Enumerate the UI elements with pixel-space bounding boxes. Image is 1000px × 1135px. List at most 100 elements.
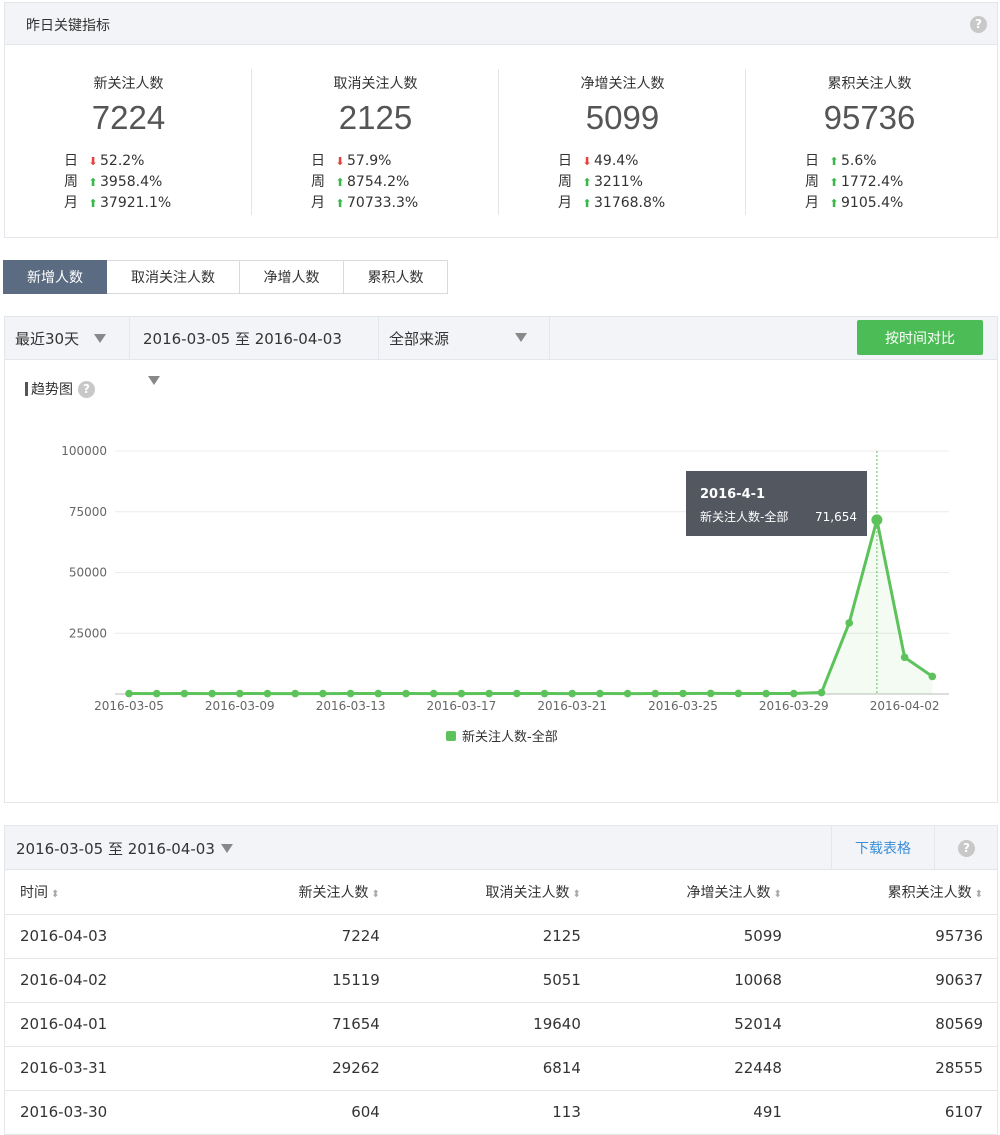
change-percent: 57.9% bbox=[347, 153, 392, 169]
data-point[interactable] bbox=[180, 689, 189, 698]
sort-icon[interactable]: ⬍ bbox=[573, 889, 581, 900]
data-point[interactable] bbox=[568, 689, 576, 698]
compare-by-time-button[interactable]: 按时间对比 bbox=[857, 320, 983, 355]
data-point[interactable] bbox=[208, 689, 216, 698]
kpi-column: 新关注人数 7224 日 ⬇ 52.2% 周 ⬆ 3958.4% 月 ⬆ 37921.1% bbox=[5, 45, 252, 237]
trend-line-chart: 25000 50000 75000 100000 2016-03-05 2016-03-0… bbox=[61, 444, 949, 745]
arrow-up-icon: ⬆ bbox=[335, 197, 345, 210]
column-header[interactable]: 取消关注人数 ⬍ bbox=[393, 870, 595, 915]
series-line bbox=[128, 518, 934, 696]
tooltip-series: 新关注人数-全部 bbox=[700, 509, 788, 524]
data-point[interactable] bbox=[457, 689, 466, 698]
tooltip-title: 2016-4-1 bbox=[700, 487, 765, 502]
data-point[interactable] bbox=[263, 689, 272, 698]
x-tick-label: 2016-03-09 bbox=[205, 699, 275, 713]
data-point[interactable] bbox=[679, 689, 687, 698]
legend-label[interactable]: 新关注人数-全部 bbox=[462, 729, 558, 745]
y-tick-label: 25000 bbox=[69, 626, 107, 640]
data-point[interactable] bbox=[790, 689, 798, 698]
data-point[interactable] bbox=[236, 689, 244, 698]
source-select[interactable]: 全部来源 bbox=[379, 317, 550, 359]
data-point[interactable] bbox=[817, 688, 826, 697]
column-header[interactable]: 新关注人数 ⬍ bbox=[218, 870, 394, 915]
data-point[interactable] bbox=[374, 689, 383, 698]
trend-card: 最近30天 2016-03-05 至 2016-04-03 全部来源 按时间对比… bbox=[4, 316, 998, 803]
arrow-up-icon: ⬆ bbox=[829, 176, 839, 189]
data-point[interactable] bbox=[513, 689, 521, 698]
table-date-range[interactable]: 2016-03-05 至 2016-04-03 bbox=[16, 838, 233, 859]
column-header-label: 时间 bbox=[20, 884, 48, 901]
table-row: 2016-03-31 29262 6814 22448 28555 bbox=[5, 1046, 997, 1091]
help-icon[interactable]: ? bbox=[958, 840, 975, 857]
data-point[interactable] bbox=[291, 689, 300, 698]
legend-swatch[interactable] bbox=[446, 731, 456, 741]
metric-tabs: 新增人数 取消关注人数 净增人数 累积人数 bbox=[3, 260, 448, 294]
period-label: 日 bbox=[311, 153, 325, 169]
y-tick-label: 50000 bbox=[69, 566, 107, 580]
data-point[interactable] bbox=[540, 689, 549, 698]
period-label: 周 bbox=[558, 174, 572, 190]
data-point[interactable] bbox=[734, 689, 743, 698]
help-icon[interactable]: ? bbox=[970, 16, 987, 33]
tab-metric[interactable]: 累积人数 bbox=[344, 260, 448, 294]
kpi-change-row: 月 ⬆ 37921.1% bbox=[64, 192, 171, 212]
table-cell: 29262 bbox=[218, 1046, 394, 1091]
column-header-label: 累积关注人数 bbox=[887, 884, 972, 901]
table-cell: 7224 bbox=[218, 914, 394, 959]
kpi-change-row: 周 ⬆ 8754.2% bbox=[311, 171, 409, 191]
sort-icon[interactable]: ⬍ bbox=[51, 889, 59, 900]
data-point[interactable] bbox=[845, 619, 853, 627]
sort-icon[interactable]: ⬍ bbox=[774, 889, 782, 900]
change-percent: 49.4% bbox=[594, 153, 639, 169]
column-header[interactable]: 累积关注人数 ⬍ bbox=[795, 870, 997, 915]
change-percent: 3211% bbox=[594, 174, 643, 190]
x-tick-label: 2016-03-25 bbox=[648, 699, 718, 713]
change-percent: 3958.4% bbox=[100, 174, 163, 190]
data-point[interactable] bbox=[871, 514, 883, 526]
tab-metric[interactable]: 新增人数 bbox=[3, 260, 107, 294]
data-point[interactable] bbox=[623, 689, 632, 698]
data-point[interactable] bbox=[485, 689, 493, 698]
column-header[interactable]: 净增关注人数 ⬍ bbox=[594, 870, 796, 915]
table-cell: 2016-03-30 bbox=[5, 1090, 219, 1135]
tab-metric[interactable]: 取消关注人数 bbox=[107, 260, 240, 294]
table-cell: 10068 bbox=[594, 958, 796, 1003]
data-point[interactable] bbox=[762, 689, 770, 698]
data-point[interactable] bbox=[900, 653, 909, 662]
tab-metric[interactable]: 净增人数 bbox=[240, 260, 344, 294]
chart-tooltip bbox=[686, 471, 867, 536]
column-header[interactable]: 时间 ⬍ bbox=[5, 870, 219, 915]
date-range-picker[interactable]: 2016-03-05 至 2016-04-03 bbox=[130, 317, 379, 359]
y-tick-label: 75000 bbox=[69, 505, 107, 519]
table-cell: 52014 bbox=[594, 1002, 796, 1047]
sort-icon[interactable]: ⬍ bbox=[371, 889, 379, 900]
sort-icon[interactable]: ⬍ bbox=[975, 889, 983, 900]
period-label: 日 bbox=[64, 153, 78, 169]
table-cell: 2016-04-03 bbox=[5, 914, 219, 959]
period-label: 日 bbox=[805, 153, 819, 169]
table-header-row: 时间 ⬍ 新关注人数 ⬍ 取消关注人数 ⬍ 净增关注人数 ⬍ 累积关注人数 ⬍ bbox=[5, 870, 997, 915]
data-point[interactable] bbox=[402, 689, 410, 698]
table-cell: 5099 bbox=[594, 914, 796, 959]
table-cell: 2016-04-02 bbox=[5, 958, 219, 1003]
data-point[interactable] bbox=[152, 689, 161, 698]
data-point[interactable] bbox=[928, 672, 937, 681]
table-row: 2016-04-03 7224 2125 5099 95736 bbox=[5, 914, 997, 959]
data-point[interactable] bbox=[706, 689, 715, 698]
period-label: 周 bbox=[64, 174, 78, 190]
period-select[interactable]: 最近30天 bbox=[5, 317, 130, 359]
x-tick-label: 2016-03-05 bbox=[94, 699, 164, 713]
data-point[interactable] bbox=[429, 689, 438, 698]
data-point[interactable] bbox=[651, 689, 660, 698]
period-label: 周 bbox=[805, 174, 819, 190]
data-point[interactable] bbox=[319, 689, 327, 698]
data-point[interactable] bbox=[596, 689, 604, 698]
x-tick-label: 2016-04-02 bbox=[870, 699, 940, 713]
kpi-label: 取消关注人数 bbox=[333, 76, 418, 92]
data-point[interactable] bbox=[125, 689, 133, 698]
data-point[interactable] bbox=[346, 689, 355, 698]
table-cell: 6107 bbox=[795, 1090, 997, 1135]
kpi-change-row: 月 ⬆ 9105.4% bbox=[805, 192, 903, 212]
download-table-link[interactable]: 下载表格 bbox=[831, 826, 935, 869]
arrow-up-icon: ⬆ bbox=[335, 176, 345, 189]
